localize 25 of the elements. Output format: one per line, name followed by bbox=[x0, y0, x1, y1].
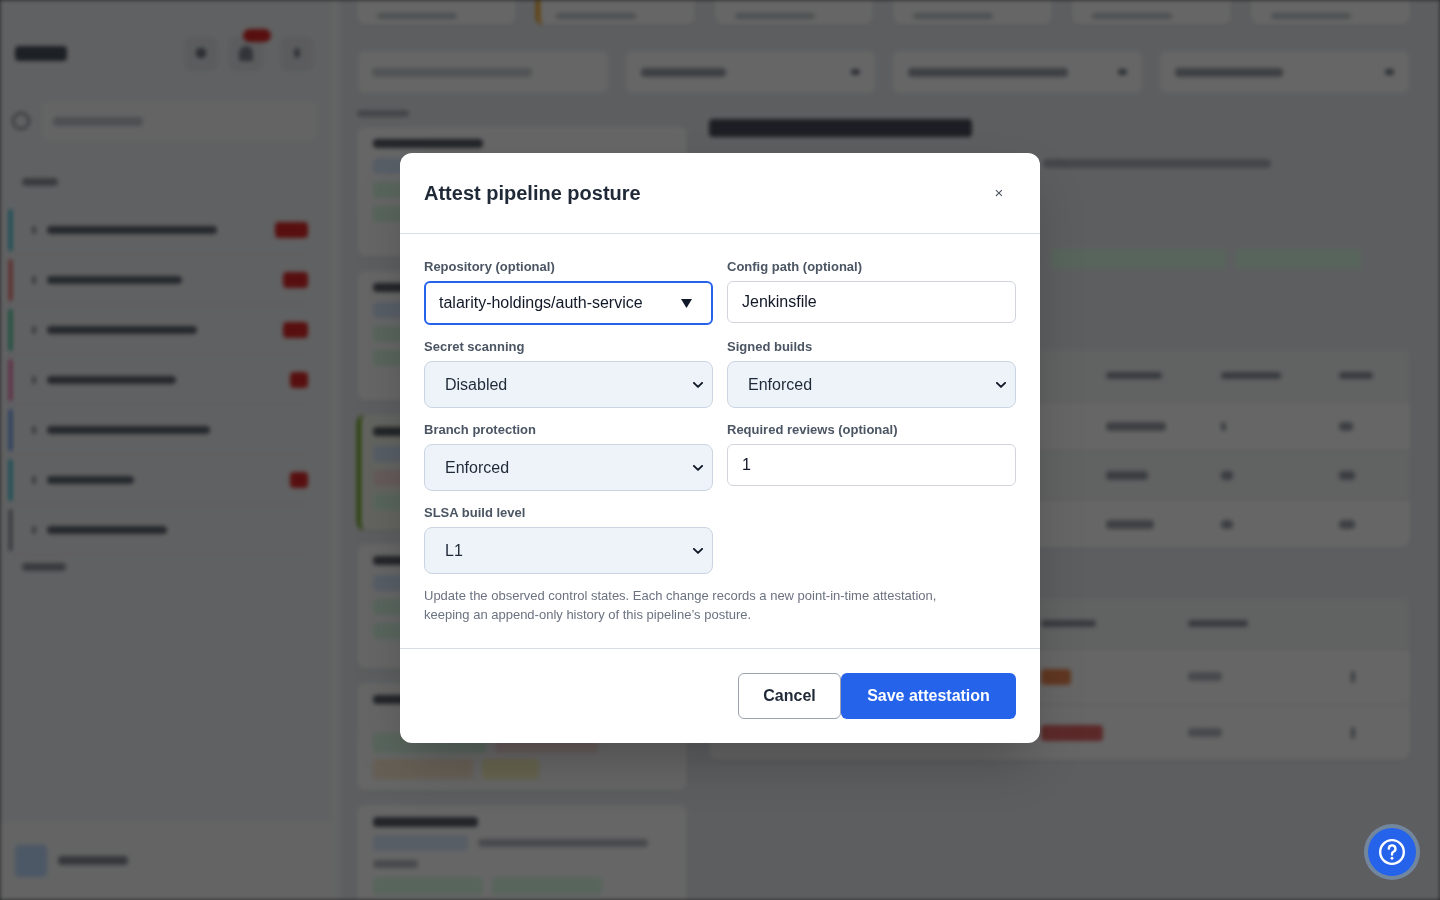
chevron-down-icon bbox=[693, 464, 703, 471]
chevron-down-icon bbox=[693, 547, 703, 554]
select-field[interactable]: Enforced bbox=[727, 361, 1016, 408]
repository-select[interactable]: talarity-holdings/auth-service bbox=[424, 281, 713, 325]
chevron-down-icon bbox=[996, 381, 1006, 388]
field-label: Secret scanning bbox=[424, 339, 525, 355]
text-field[interactable]: 1 bbox=[727, 444, 1016, 486]
field-label: Branch protection bbox=[424, 422, 536, 438]
save-button[interactable]: Save attestation bbox=[841, 673, 1016, 719]
field-label: Signed builds bbox=[727, 339, 813, 355]
field-label: Required reviews (optional) bbox=[727, 422, 898, 438]
select-field[interactable]: L1 bbox=[424, 527, 713, 574]
help-text: Update the observed control states. Each change records a new point-in-time attestation, keeping an append-only history of this pipeline’s posture. bbox=[424, 587, 938, 624]
chevron-down-icon bbox=[693, 381, 703, 388]
select-field[interactable]: Disabled bbox=[424, 361, 713, 408]
cancel-button[interactable]: Cancel bbox=[738, 673, 841, 719]
field-label: Config path (optional) bbox=[727, 259, 863, 275]
caret-down-icon bbox=[681, 298, 692, 308]
select-field[interactable]: Enforced bbox=[424, 444, 713, 491]
help-icon bbox=[1379, 839, 1405, 865]
field-label: Repository (optional) bbox=[424, 259, 555, 275]
close-button[interactable]: × bbox=[991, 185, 1007, 201]
field-label: SLSA build level bbox=[424, 505, 526, 521]
text-field[interactable]: Jenkinsfile bbox=[727, 281, 1016, 323]
dialog-title: Attest pipeline posture bbox=[424, 181, 641, 206]
